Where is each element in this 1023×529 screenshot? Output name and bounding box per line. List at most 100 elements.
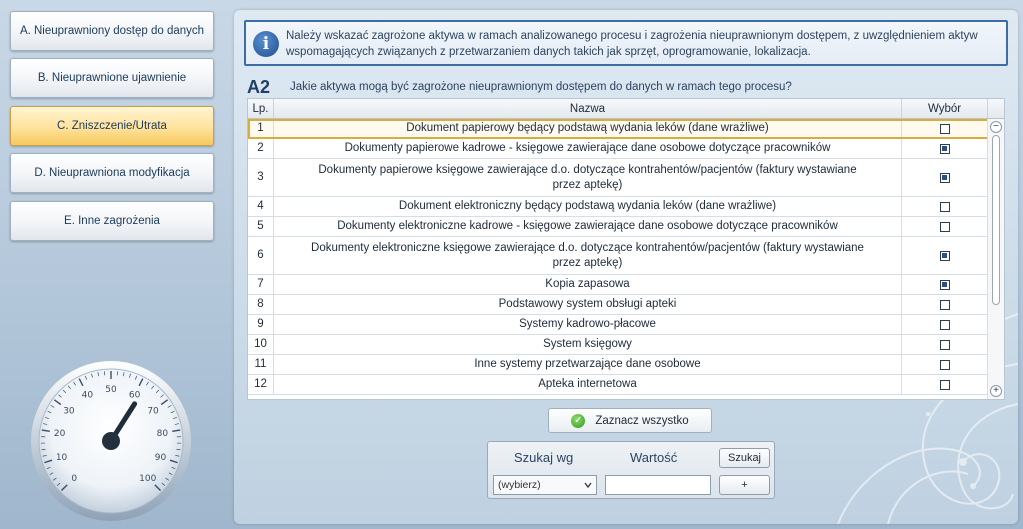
row-name: Dokumenty papierowe księgowe zawierające… xyxy=(274,159,902,196)
table-row[interactable]: 8 Podstawowy system obsługi apteki xyxy=(248,295,989,315)
table-row[interactable]: 5 Dokumenty elektroniczne kadrowe - księg… xyxy=(248,217,989,237)
assets-table: Lp. Nazwa Wybór 1 Dokument papierowy będą… xyxy=(247,98,1005,400)
row-select-cell xyxy=(902,315,988,334)
row-lp: 2 xyxy=(248,139,274,158)
row-checkbox[interactable] xyxy=(939,299,950,310)
progress-gauge: 0 10 20 30 40 50 60 70 80 90 100 xyxy=(31,361,191,521)
main-panel: i Należy wskazać zagrożone aktywa w rama… xyxy=(234,10,1018,524)
row-select-cell xyxy=(902,159,988,196)
table-row[interactable]: 3 Dokumenty papierowe księgowe zawierając… xyxy=(248,159,989,197)
row-checkbox[interactable] xyxy=(939,379,950,390)
search-button[interactable]: Szukaj xyxy=(719,448,770,468)
nav-item-e[interactable]: E. Inne zagrożenia xyxy=(10,201,214,241)
table-scrollbar[interactable]: − + xyxy=(987,119,1004,399)
row-checkbox[interactable] xyxy=(939,221,950,232)
nav-item-d[interactable]: D. Nieuprawniona modyfikacja xyxy=(10,153,214,193)
search-value-label: Wartość xyxy=(630,450,678,465)
row-name: Dokumenty elektroniczne księgowe zawiera… xyxy=(274,237,902,274)
gauge-tick-label: 80 xyxy=(157,429,169,439)
mark-all-label: Zaznacz wszystko xyxy=(595,414,689,427)
scroll-down-icon[interactable]: + xyxy=(990,385,1002,397)
table-row[interactable]: 9 Systemy kadrowo-płacowe xyxy=(248,315,989,335)
gauge-tick-label: 20 xyxy=(54,429,66,439)
row-name: Kopia zapasowa xyxy=(274,275,902,294)
header-lp: Lp. xyxy=(248,99,274,118)
nav-item-a-label: A. Nieuprawniony dostęp do danych xyxy=(19,25,205,37)
table-row[interactable]: 1 Dokument papierowy będący podstawą wyda… xyxy=(248,119,989,139)
search-button-label: Szukaj xyxy=(727,452,762,464)
gauge-tick-label: 70 xyxy=(147,406,159,416)
row-name: Systemy kadrowo-płacowe xyxy=(274,315,902,334)
check-circle-icon: ✓ xyxy=(571,413,586,428)
add-button[interactable]: + xyxy=(719,475,770,495)
search-field-select[interactable]: (wybierz) xyxy=(493,475,597,495)
info-box: i Należy wskazać zagrożone aktywa w rama… xyxy=(244,20,1008,66)
gauge-hub xyxy=(102,432,120,450)
row-checkbox[interactable] xyxy=(939,339,950,350)
row-select-cell xyxy=(902,335,988,354)
row-checkbox[interactable] xyxy=(939,143,950,154)
row-lp: 7 xyxy=(248,275,274,294)
row-lp: 8 xyxy=(248,295,274,314)
nav-item-a[interactable]: A. Nieuprawniony dostęp do danych xyxy=(10,11,214,51)
table-row[interactable]: 7 Kopia zapasowa xyxy=(248,275,989,295)
table-row[interactable]: 6 Dokumenty elektroniczne księgowe zawier… xyxy=(248,237,989,275)
info-icon: i xyxy=(253,31,279,57)
table-row[interactable]: 4 Dokument elektroniczny będący podstawą … xyxy=(248,197,989,217)
row-lp: 10 xyxy=(248,335,274,354)
row-name: System księgowy xyxy=(274,335,902,354)
table-row[interactable]: 10 System księgowy xyxy=(248,335,989,355)
row-select-cell xyxy=(902,217,988,236)
row-lp: 6 xyxy=(248,237,274,274)
row-lp: 4 xyxy=(248,197,274,216)
table-body: 1 Dokument papierowy będący podstawą wyda… xyxy=(248,119,989,395)
row-select-cell xyxy=(902,275,988,294)
chevron-down-icon xyxy=(584,482,592,489)
add-button-label: + xyxy=(741,479,748,491)
row-checkbox[interactable] xyxy=(939,279,950,290)
nav-item-c-label: C. Zniszczenie/Utrata xyxy=(57,120,167,132)
table-row[interactable]: 11 Inne systemy przetwarzające dane osobo… xyxy=(248,355,989,375)
row-name: Podstawowy system obsługi apteki xyxy=(274,295,902,314)
search-value-input[interactable] xyxy=(605,475,711,495)
header-spacer xyxy=(988,99,1004,118)
table-row[interactable]: 2 Dokumenty papierowe kadrowe - księgowe … xyxy=(248,139,989,159)
row-select-cell xyxy=(902,295,988,314)
row-lp: 11 xyxy=(248,355,274,374)
row-name: Dokument elektroniczny będący podstawą w… xyxy=(274,197,902,216)
row-lp: 5 xyxy=(248,217,274,236)
row-name: Apteka internetowa xyxy=(274,375,902,394)
row-name: Dokument papierowy będący podstawą wydan… xyxy=(274,119,902,138)
row-checkbox[interactable] xyxy=(939,172,950,183)
row-name: Dokumenty papierowe kadrowe - księgowe z… xyxy=(274,139,902,158)
info-text: Należy wskazać zagrożone aktywa w ramach… xyxy=(286,30,978,58)
nav-item-c[interactable]: C. Zniszczenie/Utrata xyxy=(10,106,214,146)
gauge-tick-label: 0 xyxy=(71,474,77,484)
gauge-tick-label: 50 xyxy=(105,385,117,395)
row-checkbox[interactable] xyxy=(939,123,950,134)
nav-item-b-label: B. Nieuprawnione ujawnienie xyxy=(37,72,187,84)
row-select-cell xyxy=(902,119,988,138)
search-by-label: Szukaj wg xyxy=(514,450,574,465)
header-name: Nazwa xyxy=(274,99,902,118)
gauge-tick xyxy=(176,448,181,451)
row-name: Inne systemy przetwarzające dane osobowe xyxy=(274,355,902,374)
mark-all-button[interactable]: ✓ Zaznacz wszystko xyxy=(548,408,712,433)
search-field-select-value: (wybierz) xyxy=(498,479,541,491)
row-checkbox[interactable] xyxy=(939,319,950,330)
nav-item-b[interactable]: B. Nieuprawnione ujawnienie xyxy=(10,58,214,98)
gauge-tick-label: 40 xyxy=(82,391,94,401)
gauge-tick-label: 60 xyxy=(129,391,141,401)
scroll-thumb[interactable] xyxy=(992,135,1000,305)
row-select-cell xyxy=(902,139,988,158)
header-select: Wybór xyxy=(902,99,988,118)
row-checkbox[interactable] xyxy=(939,201,950,212)
nav-item-d-label: D. Nieuprawniona modyfikacja xyxy=(34,167,190,179)
row-checkbox[interactable] xyxy=(939,359,950,370)
scroll-up-icon[interactable]: − xyxy=(990,121,1002,133)
gauge-tick-label: 90 xyxy=(155,453,167,463)
table-row[interactable]: 12 Apteka internetowa xyxy=(248,375,989,395)
gauge-tick xyxy=(41,448,46,451)
row-checkbox[interactable] xyxy=(939,250,950,261)
gauge-tick-label: 10 xyxy=(56,453,68,463)
